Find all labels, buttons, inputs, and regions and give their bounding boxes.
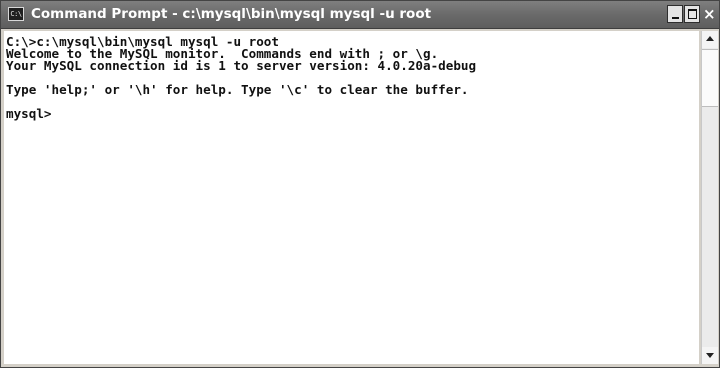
console-prompt: mysql> — [6, 106, 52, 121]
scroll-up-button[interactable] — [702, 31, 718, 48]
maximize-icon — [688, 9, 697, 19]
arrow-down-icon — [706, 353, 714, 358]
close-button[interactable]: × — [701, 5, 718, 23]
window-title: Command Prompt - c:\mysql\bin\mysql mysq… — [31, 6, 432, 22]
title-bar[interactable]: C:\ Command Prompt - c:\mysql\bin\mysql … — [1, 1, 719, 29]
vertical-scrollbar[interactable] — [701, 31, 718, 364]
minimize-icon — [672, 17, 679, 19]
scroll-down-button[interactable] — [702, 347, 718, 364]
console-line: Type 'help;' or '\h' for help. Type '\c'… — [6, 82, 469, 97]
console-line: Your MySQL connection id is 1 to server … — [6, 58, 477, 73]
scroll-thumb[interactable] — [702, 49, 718, 107]
console-output: C:\>c:\mysql\bin\mysql mysql -u root Wel… — [4, 31, 699, 120]
maximize-button[interactable] — [684, 5, 700, 23]
console-area[interactable]: C:\>c:\mysql\bin\mysql mysql -u root Wel… — [4, 31, 699, 364]
cmd-icon[interactable]: C:\ — [8, 7, 24, 21]
arrow-up-icon — [706, 36, 714, 41]
close-icon: × — [703, 5, 716, 23]
command-prompt-window: C:\ Command Prompt - c:\mysql\bin\mysql … — [0, 0, 720, 368]
minimize-button[interactable] — [667, 5, 683, 23]
